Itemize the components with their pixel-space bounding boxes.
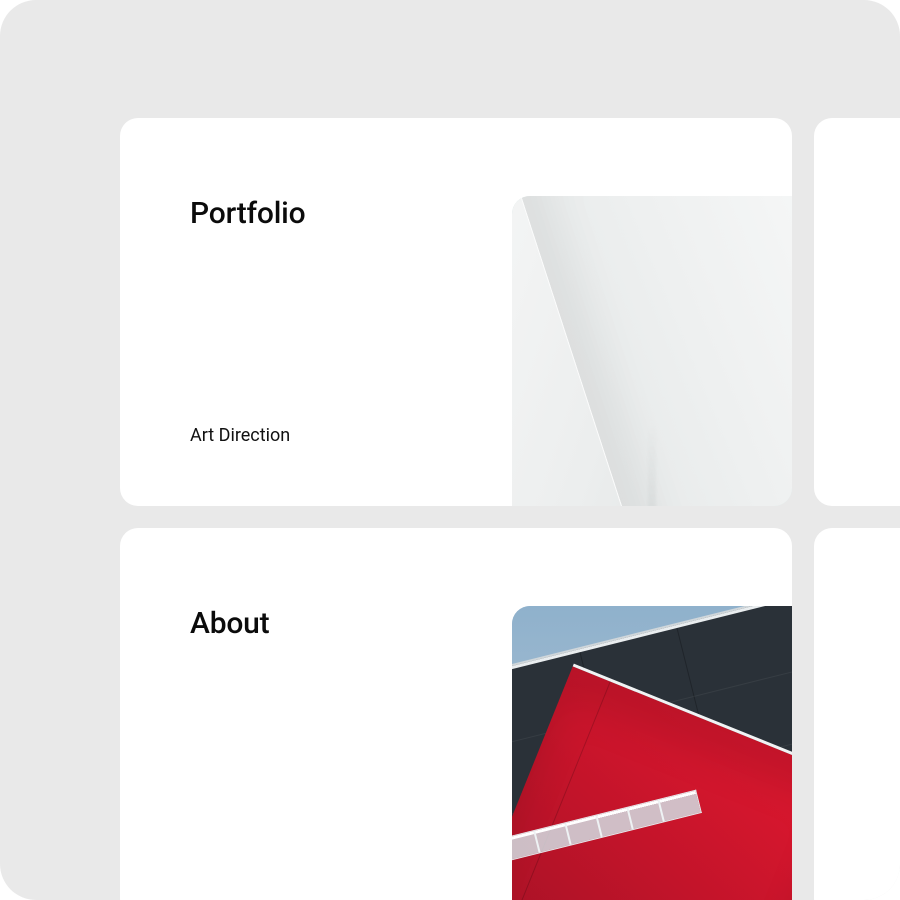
card-next-peek[interactable] (814, 528, 900, 900)
card-thumbnail (512, 606, 792, 900)
preview-stage: Portfolio Art Direction About (0, 0, 900, 900)
card-next-peek[interactable] (814, 118, 900, 506)
card-title: About (190, 606, 452, 641)
card-text: Portfolio Art Direction (190, 196, 452, 446)
card-subtitle: Art Direction (190, 425, 452, 446)
card-about[interactable]: About (120, 528, 792, 900)
card-title: Portfolio (190, 196, 452, 231)
card-text: About (190, 606, 452, 856)
card-portfolio[interactable]: Portfolio Art Direction (120, 118, 792, 506)
card-thumbnail (512, 196, 792, 506)
